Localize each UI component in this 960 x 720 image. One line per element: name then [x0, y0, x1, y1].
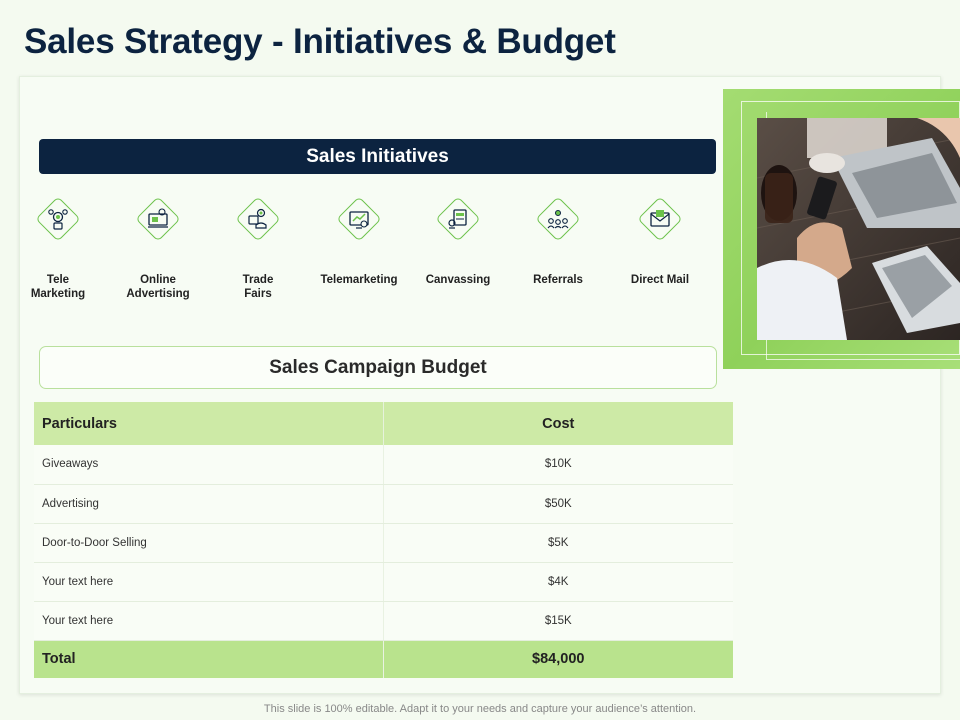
initiative-label: Tele Marketing: [30, 274, 86, 300]
canvassing-icon: [448, 209, 467, 229]
budget-table: Particulars Cost Giveaways $10K Advertis…: [34, 402, 733, 678]
initiative-online-advertising: Online Advertising: [110, 195, 206, 301]
trade-fairs-icon: [248, 208, 267, 229]
table-row: Your text here $4K: [34, 562, 733, 602]
initiative-label: Online Advertising: [126, 274, 190, 300]
tele-marketing-icon: [48, 209, 68, 230]
particular-cell: Advertising: [34, 484, 384, 524]
initiative-label: Direct Mail: [630, 274, 690, 286]
initiative-label: Trade Fairs: [242, 274, 274, 300]
total-value: $84,000: [383, 640, 733, 678]
particular-cell: Door-to-Door Selling: [34, 523, 384, 563]
initiative-tele-marketing: Tele Marketing: [10, 195, 106, 301]
cost-cell: $15K: [383, 601, 733, 641]
table-row: Giveaways $10K: [34, 445, 733, 485]
total-row: Total $84,000: [34, 640, 733, 678]
referrals-icon: [547, 210, 569, 229]
table-row: Door-to-Door Selling $5K: [34, 523, 733, 563]
particular-cell: Giveaways: [34, 445, 384, 485]
initiative-label: Telemarketing: [320, 274, 398, 286]
table-row: Your text here $15K: [34, 601, 733, 641]
column-header-cost: Cost: [383, 402, 733, 445]
cost-cell: $10K: [383, 445, 733, 485]
telemarketing-icon: [349, 211, 369, 229]
initiative-referrals: Referrals: [510, 195, 606, 287]
cost-cell: $50K: [383, 484, 733, 524]
particular-cell: Your text here: [34, 601, 384, 641]
sales-initiatives-header: Sales Initiatives: [39, 139, 716, 174]
table-row: Advertising $50K: [34, 484, 733, 524]
cost-cell: $5K: [383, 523, 733, 563]
direct-mail-icon: [650, 210, 670, 227]
cost-cell: $4K: [383, 562, 733, 602]
initiative-label: Canvassing: [425, 274, 491, 286]
footer-note: This slide is 100% editable. Adapt it to…: [263, 703, 697, 715]
initiative-label: Referrals: [533, 274, 583, 286]
online-advertising-icon: [148, 208, 168, 228]
total-label: Total: [34, 640, 384, 678]
initiative-trade-fairs: Trade Fairs: [210, 195, 306, 301]
sales-campaign-budget-header: Sales Campaign Budget: [39, 346, 717, 389]
business-meeting-photo: [757, 118, 960, 340]
table-header-row: Particulars Cost: [34, 402, 733, 445]
initiative-canvassing: Canvassing: [410, 195, 506, 287]
initiative-telemarketing: Telemarketing: [311, 195, 407, 287]
page-title: Sales Strategy - Initiatives & Budget: [24, 22, 616, 61]
particular-cell: Your text here: [34, 562, 384, 602]
initiative-direct-mail: Direct Mail: [612, 195, 708, 287]
column-header-particulars: Particulars: [34, 402, 384, 445]
